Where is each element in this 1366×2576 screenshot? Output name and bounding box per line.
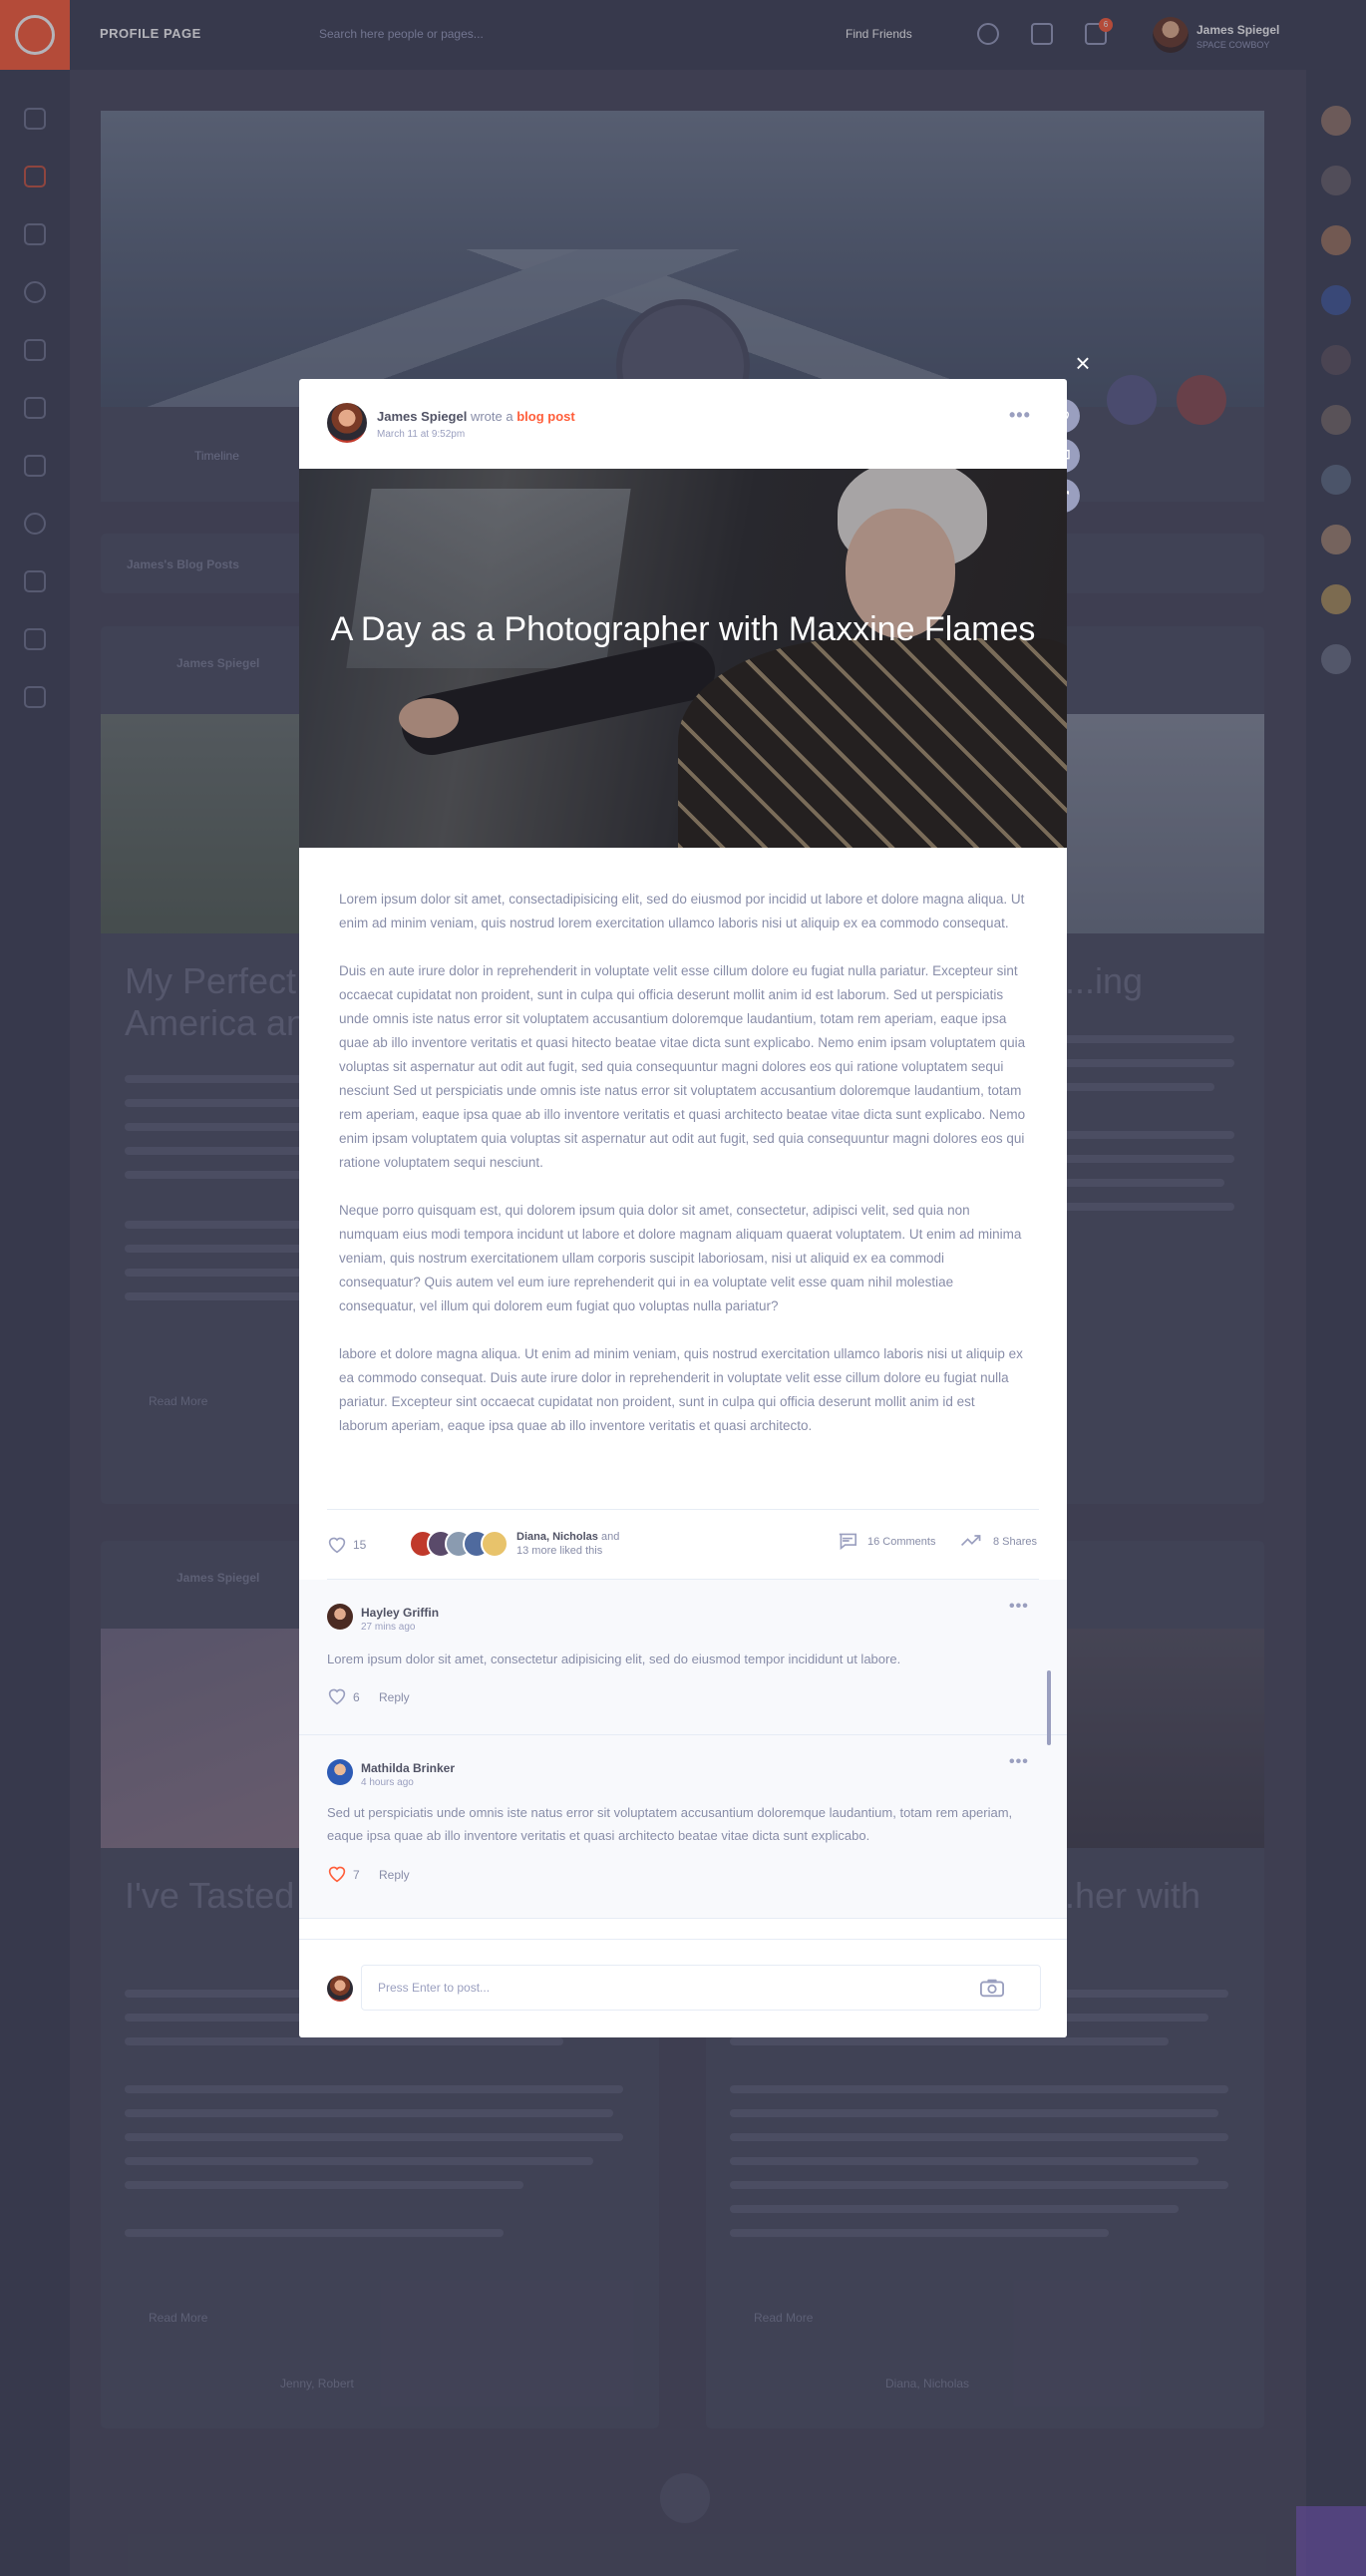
liked-names: Diana, Nicholas [516,1531,598,1543]
comment-icon[interactable] [838,1532,857,1550]
composer-avatar [327,1976,353,2002]
comment-item: Hayley Griffin 27 mins ago ••• Lorem ips… [299,1580,1067,1735]
reply-link[interactable]: Reply [379,1690,410,1704]
camera-icon[interactable] [980,1978,1004,1998]
comment-time: 4 hours ago [361,1777,414,1788]
comment-options-icon[interactable]: ••• [1009,1753,1029,1771]
commenter-name[interactable]: Hayley Griffin [361,1606,439,1620]
author-avatar[interactable] [327,403,367,443]
post-time: March 11 at 9:52pm [377,429,466,440]
comment-composer [299,1939,1067,2037]
author-name[interactable]: James Spiegel [377,409,467,424]
liked-and: and [600,1531,620,1543]
post-title: A Day as a Photographer with Maxxine Fla… [330,610,1036,648]
comments-scrollbar[interactable] [1047,1670,1051,1745]
comment-item: Mathilda Brinker 4 hours ago ••• Sed ut … [299,1735,1067,1919]
share-icon[interactable] [959,1532,983,1552]
like-count: 15 [353,1538,367,1552]
blog-post-link[interactable]: blog post [516,409,575,424]
post-paragraph: Lorem ipsum dolor sit amet, consectadipi… [339,892,1025,930]
comments-count[interactable]: 16 Comments [867,1536,935,1548]
liked-by-text[interactable]: Diana, Nicholas and 13 more liked this [516,1530,619,1558]
post-body: Lorem ipsum dolor sit amet, consectadipi… [339,888,1027,1462]
heart-icon-liked[interactable] [327,1865,347,1883]
commenter-avatar[interactable] [327,1604,353,1630]
post-paragraph: Neque porro quisquam est, qui dolorem ip… [339,1203,1022,1313]
comment-like-count: 6 [353,1690,360,1704]
post-reactions-row: 15 Diana, Nicholas and 13 more liked thi… [327,1526,1039,1566]
post-header: James Spiegel wrote a blog post March 11… [299,379,1067,469]
comment-options-icon[interactable]: ••• [1009,1598,1029,1616]
commenter-name[interactable]: Mathilda Brinker [361,1761,455,1775]
more-options-icon[interactable]: ••• [1009,405,1031,426]
shares-count[interactable]: 8 Shares [993,1536,1037,1548]
liked-more: 13 more liked this [516,1545,603,1557]
heart-icon[interactable] [327,1536,347,1554]
heart-icon[interactable] [327,1687,347,1705]
close-icon[interactable]: × [1072,350,1094,376]
blog-post-modal: James Spiegel wrote a blog post March 11… [299,379,1067,2037]
comment-text: Lorem ipsum dolor sit amet, consectetur … [327,1652,901,1666]
comments-list: Hayley Griffin 27 mins ago ••• Lorem ips… [299,1580,1067,1919]
commenter-avatar[interactable] [327,1759,353,1785]
liker-avatar [481,1530,509,1558]
post-action-text: wrote a [470,409,513,424]
divider [327,1509,1039,1510]
post-paragraph: labore et dolore magna aliqua. Ut enim a… [339,1346,1023,1433]
comment-input[interactable] [361,1965,1041,2011]
post-hero-image: A Day as a Photographer with Maxxine Fla… [299,469,1067,848]
comment-text: Sed ut perspiciatis unde omnis iste natu… [327,1805,1013,1843]
comment-time: 27 mins ago [361,1622,416,1633]
reply-link[interactable]: Reply [379,1868,410,1882]
post-paragraph: Duis en aute irure dolor in reprehenderi… [339,963,1026,1170]
post-author-line: James Spiegel wrote a blog post [377,409,575,424]
comment-like-count: 7 [353,1868,360,1882]
